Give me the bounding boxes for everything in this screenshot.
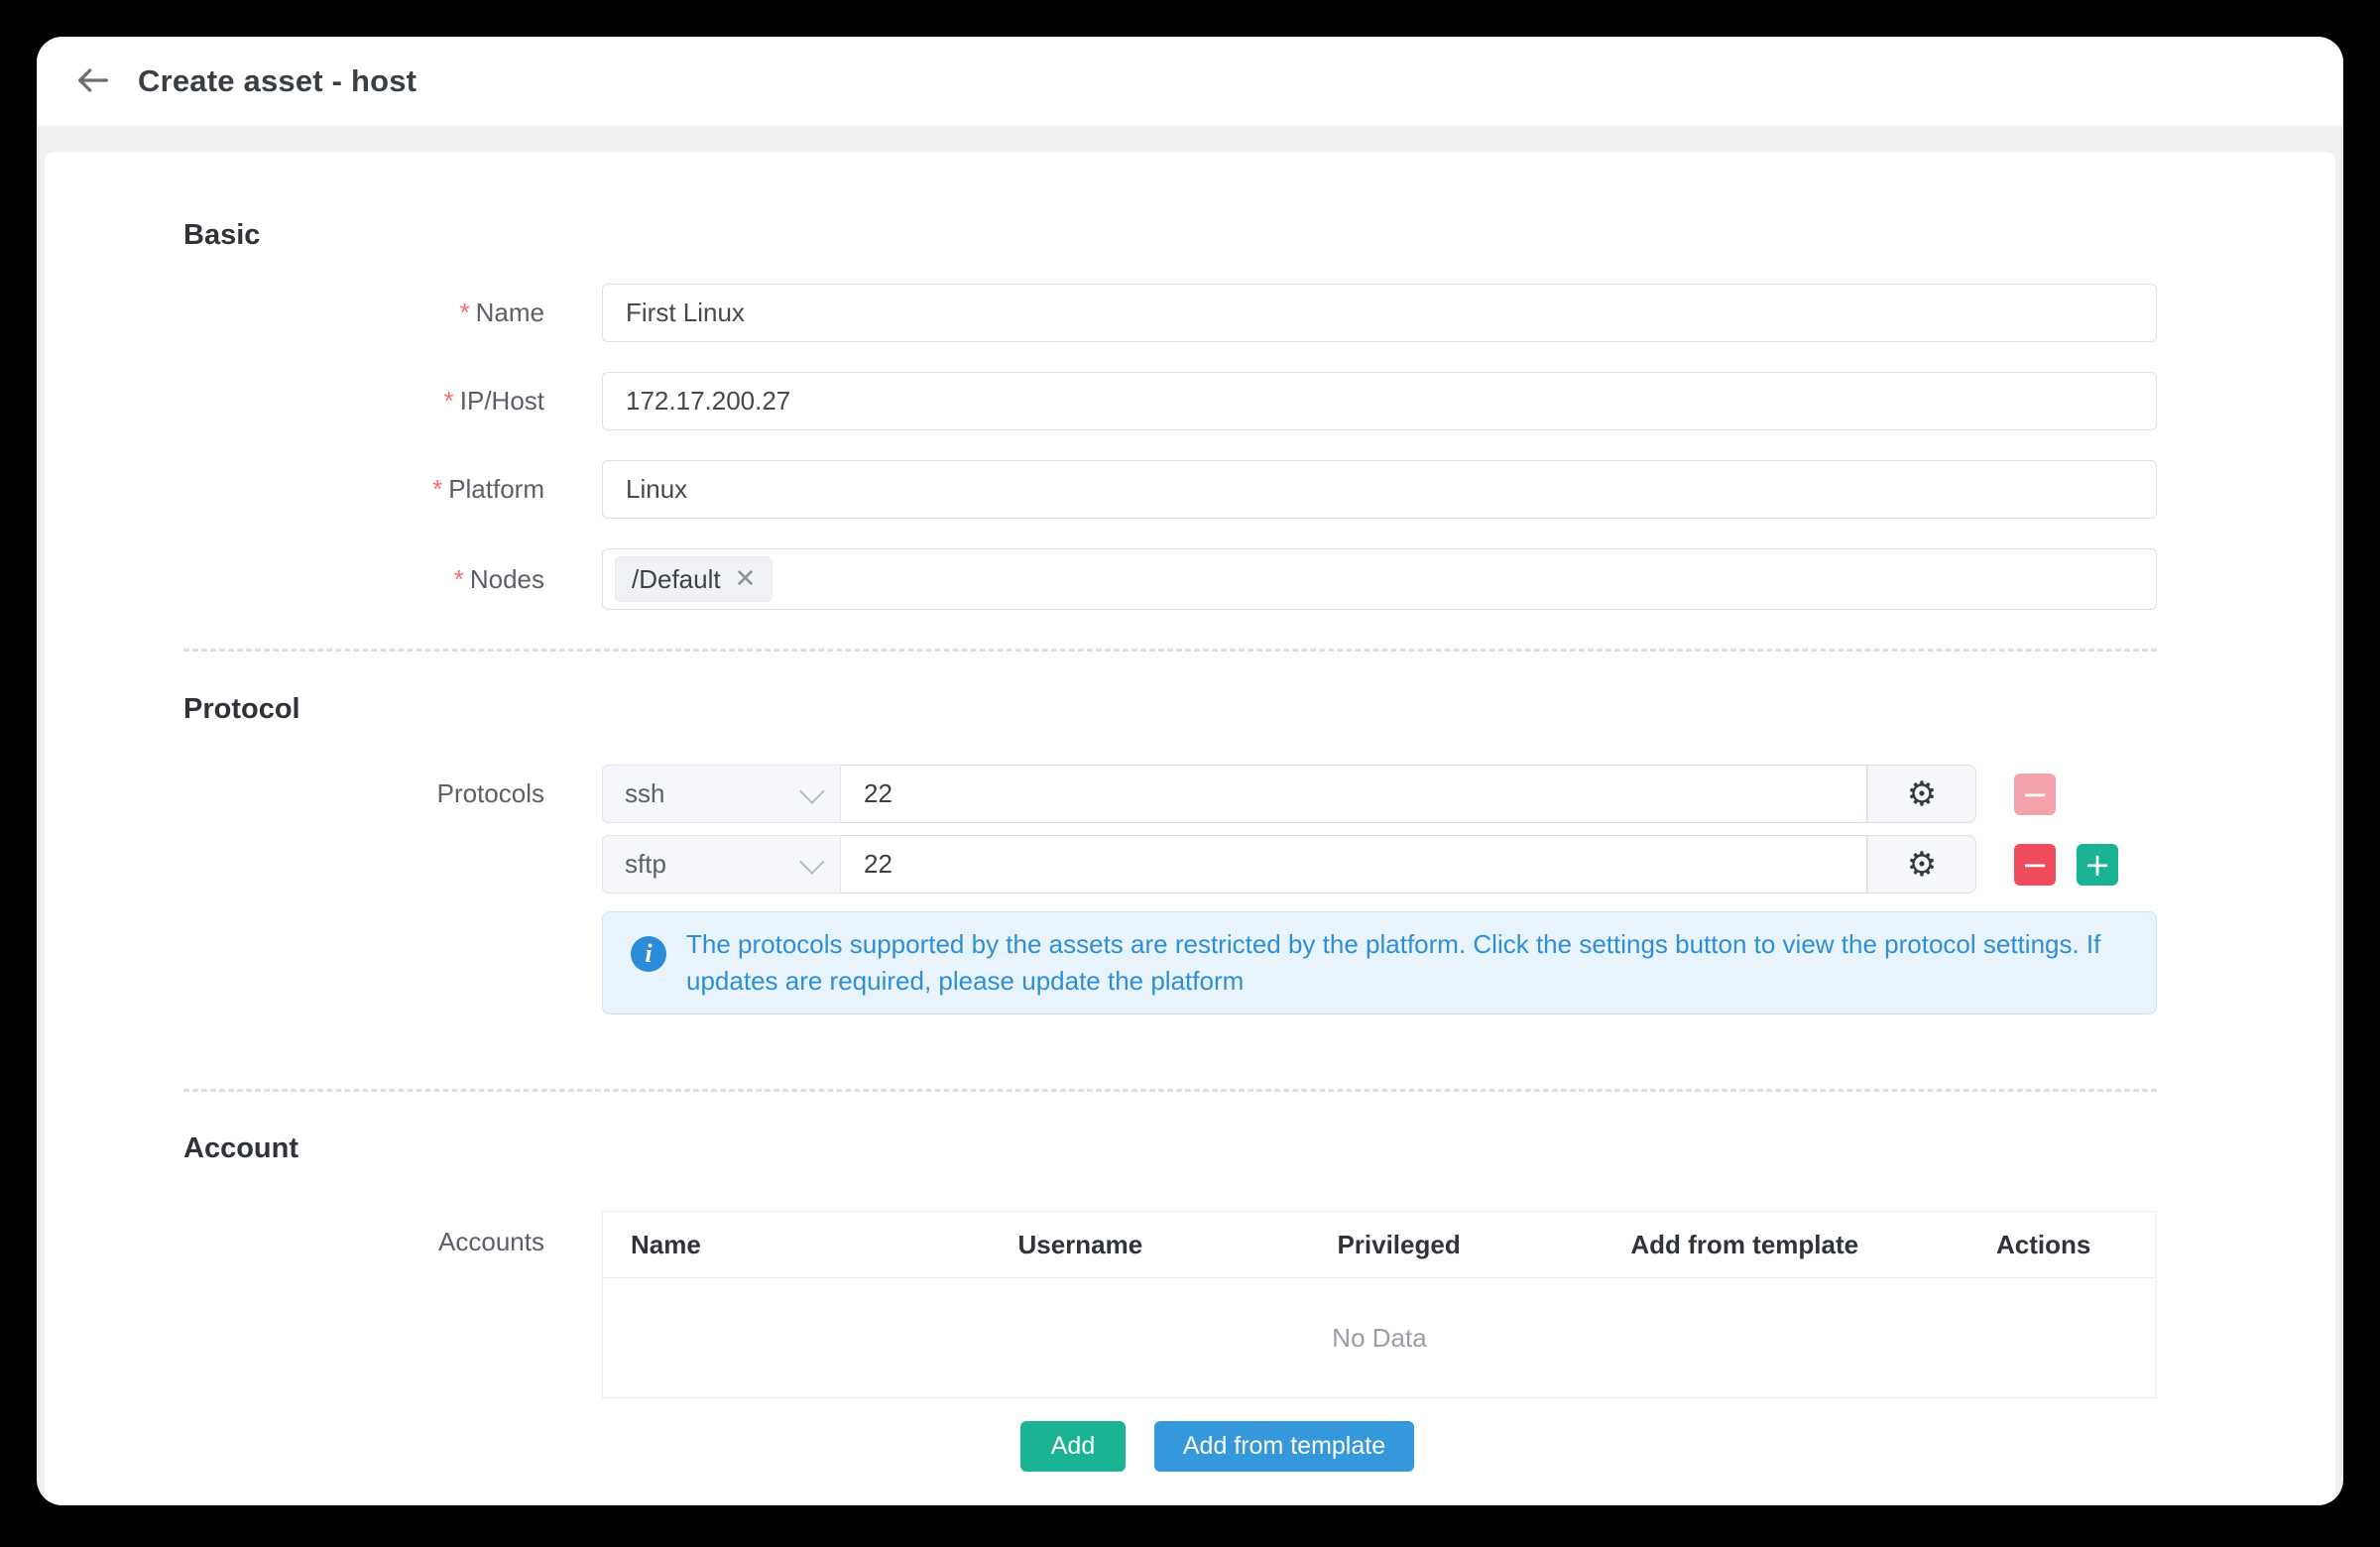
add-account-button[interactable]: Add xyxy=(1020,1421,1126,1472)
accounts-col-name: Name xyxy=(603,1212,921,1278)
required-asterisk: * xyxy=(432,474,442,504)
ip-host-input[interactable] xyxy=(602,372,2157,430)
page-header: Create asset - host xyxy=(37,37,2343,126)
protocol-settings-button[interactable]: ⚙ xyxy=(1867,765,1976,823)
back-button[interactable] xyxy=(70,59,116,104)
remove-protocol-button-disabled[interactable]: − xyxy=(2014,774,2056,815)
nodes-select[interactable]: /Default ✕ xyxy=(602,548,2157,610)
nodes-label: *Nodes xyxy=(183,564,544,595)
required-asterisk: * xyxy=(454,564,464,594)
required-asterisk: * xyxy=(460,298,470,327)
form-panel: Basic *Name *IP/Host *Platfor xyxy=(45,152,2335,1505)
protocol-section-heading: Protocol xyxy=(183,652,2157,726)
app-window: Create asset - host Basic *Name *IP/Host xyxy=(37,37,2343,1505)
gear-icon: ⚙ xyxy=(1907,848,1937,882)
nodes-row: *Nodes /Default ✕ xyxy=(183,548,2157,610)
protocol-select-value: sftp xyxy=(625,849,666,880)
accounts-empty-row: No Data xyxy=(603,1278,2157,1398)
account-section-heading: Account xyxy=(183,1092,2157,1165)
protocol-row-ssh: Protocols ssh ⚙ − xyxy=(183,765,2157,823)
ip-host-row: *IP/Host xyxy=(183,372,2157,430)
add-from-template-button[interactable]: Add from template xyxy=(1154,1421,1414,1472)
protocol-select[interactable]: sftp xyxy=(602,835,841,893)
accounts-table-header-row: Name Username Privileged Add from templa… xyxy=(603,1212,2157,1278)
name-row: *Name xyxy=(183,284,2157,342)
ip-host-label: *IP/Host xyxy=(183,386,544,416)
arrow-left-icon xyxy=(73,60,113,103)
platform-label: *Platform xyxy=(183,474,544,505)
protocol-alert-text: The protocols supported by the assets ar… xyxy=(686,926,2128,1000)
protocol-info-alert: i The protocols supported by the assets … xyxy=(602,911,2157,1014)
chevron-down-icon xyxy=(799,778,824,803)
node-tag: /Default ✕ xyxy=(615,556,773,602)
name-input[interactable] xyxy=(602,284,2157,342)
protocol-port-input[interactable] xyxy=(841,835,1867,893)
protocol-select-value: ssh xyxy=(625,778,664,809)
accounts-col-username: Username xyxy=(921,1212,1240,1278)
accounts-table: Name Username Privileged Add from templa… xyxy=(602,1211,2157,1398)
remove-protocol-button[interactable]: − xyxy=(2014,844,2056,886)
no-data-text: No Data xyxy=(603,1278,2157,1398)
required-asterisk: * xyxy=(444,386,454,416)
info-icon: i xyxy=(631,936,666,972)
protocol-settings-button[interactable]: ⚙ xyxy=(1867,835,1976,893)
accounts-label: Accounts xyxy=(183,1211,544,1257)
page-body: Basic *Name *IP/Host *Platfor xyxy=(37,126,2343,1505)
accounts-col-privileged: Privileged xyxy=(1240,1212,1558,1278)
tag-close-icon[interactable]: ✕ xyxy=(735,566,757,592)
gear-icon: ⚙ xyxy=(1907,777,1937,811)
basic-section-heading: Basic xyxy=(183,152,2157,252)
minus-icon: − xyxy=(2022,849,2049,881)
platform-input[interactable] xyxy=(602,460,2157,519)
add-protocol-button[interactable]: + xyxy=(2077,844,2118,886)
minus-icon: − xyxy=(2022,778,2049,810)
protocol-select[interactable]: ssh xyxy=(602,765,841,823)
protocol-row-sftp: sftp ⚙ − + xyxy=(183,835,2157,893)
accounts-col-add-from-template: Add from template xyxy=(1558,1212,1931,1278)
protocols-label: Protocols xyxy=(183,778,544,809)
protocol-port-input[interactable] xyxy=(841,765,1867,823)
accounts-actions: Add Add from template xyxy=(1020,1421,2157,1472)
page-title: Create asset - host xyxy=(138,63,416,99)
chevron-down-icon xyxy=(799,849,824,874)
platform-row: *Platform xyxy=(183,460,2157,519)
accounts-col-actions: Actions xyxy=(1931,1212,2156,1278)
node-tag-label: /Default xyxy=(632,564,721,595)
name-label: *Name xyxy=(183,298,544,328)
plus-icon: + xyxy=(2084,849,2111,881)
accounts-row: Accounts Name Username Privileged xyxy=(183,1211,2157,1472)
